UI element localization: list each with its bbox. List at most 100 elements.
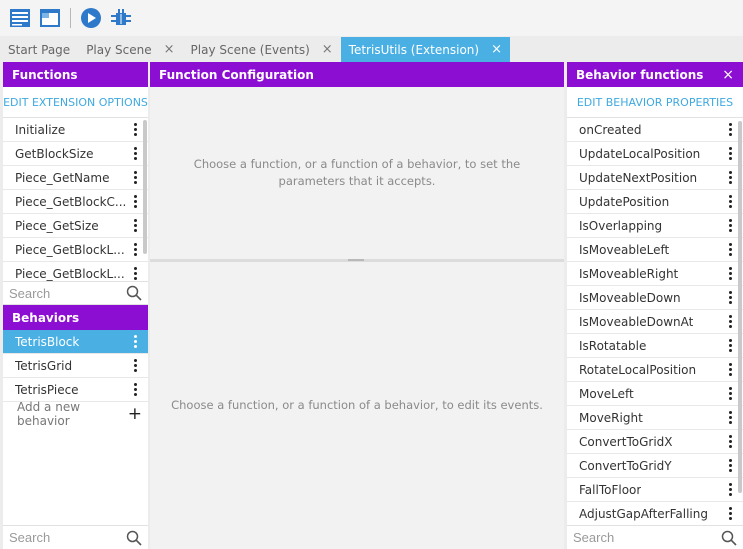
function-item-piece-getblockl-2[interactable]: Piece_GetBlockL...: [3, 262, 148, 281]
more-options-icon[interactable]: [727, 339, 733, 352]
more-options-icon[interactable]: [727, 267, 733, 280]
list-item[interactable]: ConvertToGridX: [567, 430, 743, 454]
project-manager-icon[interactable]: [9, 7, 31, 29]
behavior-item-tetrisgrid[interactable]: TetrisGrid: [3, 354, 148, 378]
add-behavior-label: Add a new behavior: [17, 400, 81, 428]
more-options-icon[interactable]: [132, 359, 138, 372]
more-options-icon[interactable]: [727, 435, 733, 448]
tab-start-page[interactable]: Start Page: [0, 37, 78, 62]
more-options-icon[interactable]: [132, 195, 138, 208]
search-icon[interactable]: [126, 530, 142, 546]
list-item[interactable]: IsRotatable: [567, 334, 743, 358]
list-item[interactable]: UpdateLocalPosition: [567, 142, 743, 166]
list-item-label: IsMoveableDownAt: [579, 314, 694, 329]
tab-play-scene[interactable]: Play Scene ×: [78, 37, 182, 62]
list-item[interactable]: UpdatePosition: [567, 190, 743, 214]
search-icon[interactable]: [126, 285, 142, 301]
list-item[interactable]: ConvertToGridY: [567, 454, 743, 478]
close-icon[interactable]: ×: [491, 42, 502, 57]
behavior-item-tetrisblock[interactable]: TetrisBlock: [3, 330, 148, 354]
list-item-label: UpdateLocalPosition: [579, 146, 701, 161]
more-options-icon[interactable]: [727, 243, 733, 256]
more-options-icon[interactable]: [727, 123, 733, 136]
tab-label: Play Scene: [86, 42, 152, 57]
list-item[interactable]: IsMoveableLeft: [567, 238, 743, 262]
behavior-functions-search-input[interactable]: [573, 530, 683, 545]
more-options-icon[interactable]: [132, 267, 138, 280]
list-item[interactable]: FallToFloor: [567, 478, 743, 502]
close-icon[interactable]: ×: [164, 42, 175, 57]
plus-icon: +: [127, 403, 142, 424]
more-options-icon[interactable]: [132, 123, 138, 136]
preview-play-icon[interactable]: [80, 7, 102, 29]
close-icon[interactable]: ×: [722, 67, 734, 83]
behavior-item-tetrispiece[interactable]: TetrisPiece: [3, 378, 148, 402]
search-icon[interactable]: [721, 530, 737, 546]
list-item-label: IsRotatable: [579, 338, 647, 353]
scene-window-icon[interactable]: [39, 7, 61, 29]
more-options-icon[interactable]: [727, 507, 733, 520]
editor-tab-bar: Start Page Play Scene × Play Scene (Even…: [0, 37, 743, 62]
list-item[interactable]: UpdateNextPosition: [567, 166, 743, 190]
more-options-icon[interactable]: [727, 219, 733, 232]
panel-title: Behavior functions: [576, 67, 704, 82]
more-options-icon[interactable]: [727, 459, 733, 472]
tab-play-scene-events[interactable]: Play Scene (Events) ×: [183, 37, 341, 62]
list-item[interactable]: IsMoveableDown: [567, 286, 743, 310]
tab-tetrisutils-extension[interactable]: TetrisUtils (Extension) ×: [340, 37, 510, 62]
debugger-bug-icon[interactable]: [110, 7, 132, 29]
more-options-icon[interactable]: [132, 383, 138, 396]
functions-panel-header: Functions: [3, 62, 148, 87]
function-item-piece-getblockc[interactable]: Piece_GetBlockC...: [3, 190, 148, 214]
list-item[interactable]: MoveRight: [567, 406, 743, 430]
edit-behavior-properties-button[interactable]: EDIT BEHAVIOR PROPERTIES: [567, 87, 743, 118]
more-options-icon[interactable]: [727, 363, 733, 376]
splitter-handle[interactable]: [348, 259, 364, 261]
behavior-functions-header: Behavior functions ×: [567, 62, 743, 87]
more-options-icon[interactable]: [132, 219, 138, 232]
more-options-icon[interactable]: [132, 171, 138, 184]
list-item[interactable]: IsMoveableDownAt: [567, 310, 743, 334]
function-item-piece-getsize[interactable]: Piece_GetSize: [3, 214, 148, 238]
more-options-icon[interactable]: [132, 335, 138, 348]
list-item-label: Piece_GetBlockL...: [15, 266, 125, 281]
list-item[interactable]: RotateLocalPosition: [567, 358, 743, 382]
functions-panel: Functions EDIT EXTENSION OPTIONS Initial…: [3, 62, 148, 549]
behaviors-search: [3, 525, 148, 549]
list-item-label: FallToFloor: [579, 482, 642, 497]
more-options-icon[interactable]: [727, 387, 733, 400]
list-item-label: IsMoveableLeft: [579, 242, 670, 257]
more-options-icon[interactable]: [727, 315, 733, 328]
more-options-icon[interactable]: [727, 195, 733, 208]
function-item-piece-getblockl-1[interactable]: Piece_GetBlockL...: [3, 238, 148, 262]
function-item-getblocksize[interactable]: GetBlockSize: [3, 142, 148, 166]
functions-scrollbar[interactable]: [143, 120, 147, 254]
more-options-icon[interactable]: [727, 483, 733, 496]
behavior-functions-scrollbar[interactable]: [738, 121, 742, 493]
list-item-label: Piece_GetBlockL...: [15, 242, 125, 257]
list-item-label: Initialize: [15, 122, 66, 137]
list-item-label: Piece_GetSize: [15, 218, 99, 233]
list-item[interactable]: IsMoveableRight: [567, 262, 743, 286]
behaviors-search-input[interactable]: [9, 530, 119, 545]
close-icon[interactable]: ×: [322, 42, 333, 57]
list-item[interactable]: IsOverlapping: [567, 214, 743, 238]
list-item[interactable]: onCreated: [567, 118, 743, 142]
more-options-icon[interactable]: [727, 147, 733, 160]
functions-list: Initialize GetBlockSize Piece_GetName Pi…: [3, 118, 148, 281]
list-item-label: IsMoveableDown: [579, 290, 681, 305]
add-new-behavior-button[interactable]: Add a new behavior +: [3, 400, 148, 428]
function-item-initialize[interactable]: Initialize: [3, 118, 148, 142]
events-area: Choose a function, or a function of a be…: [150, 262, 564, 549]
function-item-piece-getname[interactable]: Piece_GetName: [3, 166, 148, 190]
functions-search-input[interactable]: [9, 285, 119, 301]
list-item-label: TetrisBlock: [15, 334, 80, 349]
more-options-icon[interactable]: [727, 171, 733, 184]
more-options-icon[interactable]: [727, 291, 733, 304]
more-options-icon[interactable]: [727, 411, 733, 424]
list-item[interactable]: MoveLeft: [567, 382, 743, 406]
more-options-icon[interactable]: [132, 243, 138, 256]
edit-extension-options-button[interactable]: EDIT EXTENSION OPTIONS: [3, 87, 148, 118]
list-item[interactable]: AdjustGapAfterFalling: [567, 502, 743, 525]
more-options-icon[interactable]: [132, 147, 138, 160]
